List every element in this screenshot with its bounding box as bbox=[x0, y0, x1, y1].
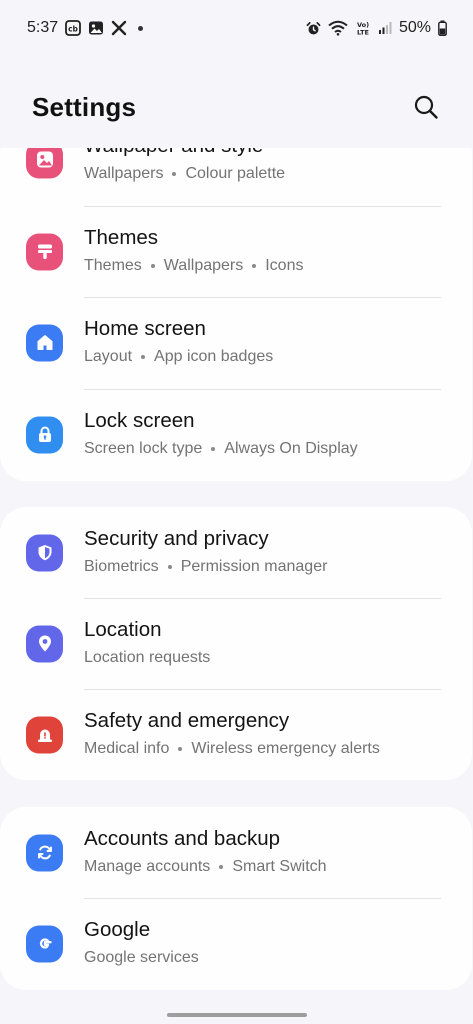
settings-item-subtitle: Wallpapers Colour palette bbox=[84, 165, 285, 183]
settings-item-security-privacy[interactable]: Security and privacy Biometrics Permissio… bbox=[0, 507, 472, 598]
settings-item-title: Wallpaper and style bbox=[84, 148, 263, 158]
cb-icon: cb bbox=[65, 20, 82, 36]
subtitle-part: Location requests bbox=[84, 649, 211, 666]
subtitle-part: Wallpapers bbox=[163, 257, 244, 274]
settings-item-title: Location bbox=[84, 618, 162, 641]
page-title: Settings bbox=[32, 91, 137, 122]
settings-item-subtitle: Google services bbox=[84, 949, 199, 967]
signal-icon bbox=[378, 21, 392, 35]
subtitle-part: Smart Switch bbox=[232, 858, 327, 875]
shield-icon bbox=[26, 534, 63, 571]
separator-dot bbox=[141, 355, 146, 359]
status-bar: 5:37 cb Vo) LTE 50% bbox=[0, 0, 473, 56]
settings-item-subtitle: Medical info Wireless emergency alerts bbox=[84, 740, 380, 758]
settings-item-title: Lock screen bbox=[84, 409, 195, 432]
home-icon bbox=[26, 324, 63, 361]
search-icon bbox=[414, 95, 438, 119]
status-time: 5:37 bbox=[27, 19, 59, 36]
alarm-icon bbox=[306, 21, 321, 36]
svg-text:LTE: LTE bbox=[357, 29, 369, 37]
subtitle-part: Colour palette bbox=[185, 165, 286, 182]
svg-text:cb: cb bbox=[68, 25, 78, 34]
settings-group-accounts: Accounts and backup Manage accounts Smart… bbox=[0, 807, 472, 990]
settings-item-subtitle: Layout App icon badges bbox=[84, 348, 273, 366]
subtitle-part: Wireless emergency alerts bbox=[191, 740, 380, 757]
themes-icon bbox=[26, 233, 63, 270]
gallery-icon bbox=[88, 20, 104, 36]
battery-icon bbox=[438, 20, 447, 36]
settings-item-subtitle: Manage accounts Smart Switch bbox=[84, 858, 327, 876]
emergency-icon bbox=[26, 716, 63, 753]
settings-group-display: Wallpaper and style Wallpapers Colour pal… bbox=[0, 148, 472, 481]
subtitle-part: Permission manager bbox=[180, 558, 328, 575]
settings-item-accounts-backup[interactable]: Accounts and backup Manage accounts Smart… bbox=[0, 807, 472, 898]
x-icon bbox=[111, 20, 127, 36]
subtitle-part: App icon badges bbox=[154, 348, 274, 365]
settings-list[interactable]: Wallpaper and style Wallpapers Colour pal… bbox=[0, 148, 473, 996]
subtitle-part: Manage accounts bbox=[84, 858, 211, 875]
google-icon bbox=[26, 925, 63, 962]
settings-item-title: Accounts and backup bbox=[84, 827, 281, 850]
settings-group-security: Security and privacy Biometrics Permissio… bbox=[0, 507, 472, 780]
wifi-icon bbox=[328, 20, 348, 36]
subtitle-part: Layout bbox=[84, 348, 133, 365]
wallpaper-icon bbox=[26, 148, 63, 178]
status-bar-left: 5:37 cb bbox=[27, 19, 144, 37]
battery-percent: 50% bbox=[398, 19, 431, 36]
settings-item-title: Home screen bbox=[84, 317, 206, 340]
settings-item-title: Themes bbox=[84, 226, 159, 249]
separator-dot bbox=[178, 747, 183, 751]
settings-item-subtitle: Biometrics Permission manager bbox=[84, 558, 327, 576]
settings-item-subtitle: Location requests bbox=[84, 649, 210, 667]
subtitle-part: Icons bbox=[265, 257, 304, 274]
settings-item-home-screen[interactable]: Home screen Layout App icon badges bbox=[0, 297, 472, 388]
settings-item-location[interactable]: Location Location requests bbox=[0, 598, 472, 689]
separator-dot bbox=[172, 172, 177, 176]
separator-dot bbox=[211, 447, 216, 451]
home-indicator[interactable] bbox=[166, 1013, 307, 1017]
search-button[interactable] bbox=[409, 90, 443, 124]
subtitle-part: Always On Display bbox=[224, 440, 358, 457]
status-bar-right: Vo) LTE 50% bbox=[306, 19, 447, 37]
subtitle-part: Screen lock type bbox=[84, 440, 203, 457]
subtitle-part: Google services bbox=[84, 949, 199, 966]
sync-icon bbox=[26, 834, 63, 871]
subtitle-part: Themes bbox=[84, 257, 142, 274]
separator-dot bbox=[167, 565, 172, 569]
separator-dot bbox=[150, 264, 155, 268]
more-notifications-dot bbox=[138, 25, 144, 31]
settings-item-themes[interactable]: Themes Themes Wallpapers Icons bbox=[0, 206, 472, 297]
settings-item-subtitle: Themes Wallpapers Icons bbox=[84, 257, 303, 275]
volte-icon: Vo) LTE bbox=[355, 20, 371, 36]
settings-item-title: Safety and emergency bbox=[84, 709, 290, 732]
location-pin-icon bbox=[26, 625, 63, 662]
header: Settings bbox=[0, 84, 473, 130]
settings-item-safety-emergency[interactable]: Safety and emergency Medical info Wireles… bbox=[0, 689, 472, 780]
subtitle-part: Wallpapers bbox=[84, 165, 164, 182]
separator-dot bbox=[252, 264, 257, 268]
settings-item-title: Google bbox=[84, 918, 151, 941]
settings-item-title: Security and privacy bbox=[84, 527, 269, 550]
settings-item-wallpaper[interactable]: Wallpaper and style Wallpapers Colour pal… bbox=[0, 148, 472, 205]
separator-dot bbox=[219, 865, 224, 869]
settings-item-google[interactable]: Google Google services bbox=[0, 898, 472, 989]
settings-item-subtitle: Screen lock type Always On Display bbox=[84, 440, 358, 458]
subtitle-part: Biometrics bbox=[84, 558, 159, 575]
lock-icon bbox=[26, 416, 63, 453]
subtitle-part: Medical info bbox=[84, 740, 170, 757]
settings-item-lock-screen[interactable]: Lock screen Screen lock type Always On Di… bbox=[0, 389, 472, 480]
